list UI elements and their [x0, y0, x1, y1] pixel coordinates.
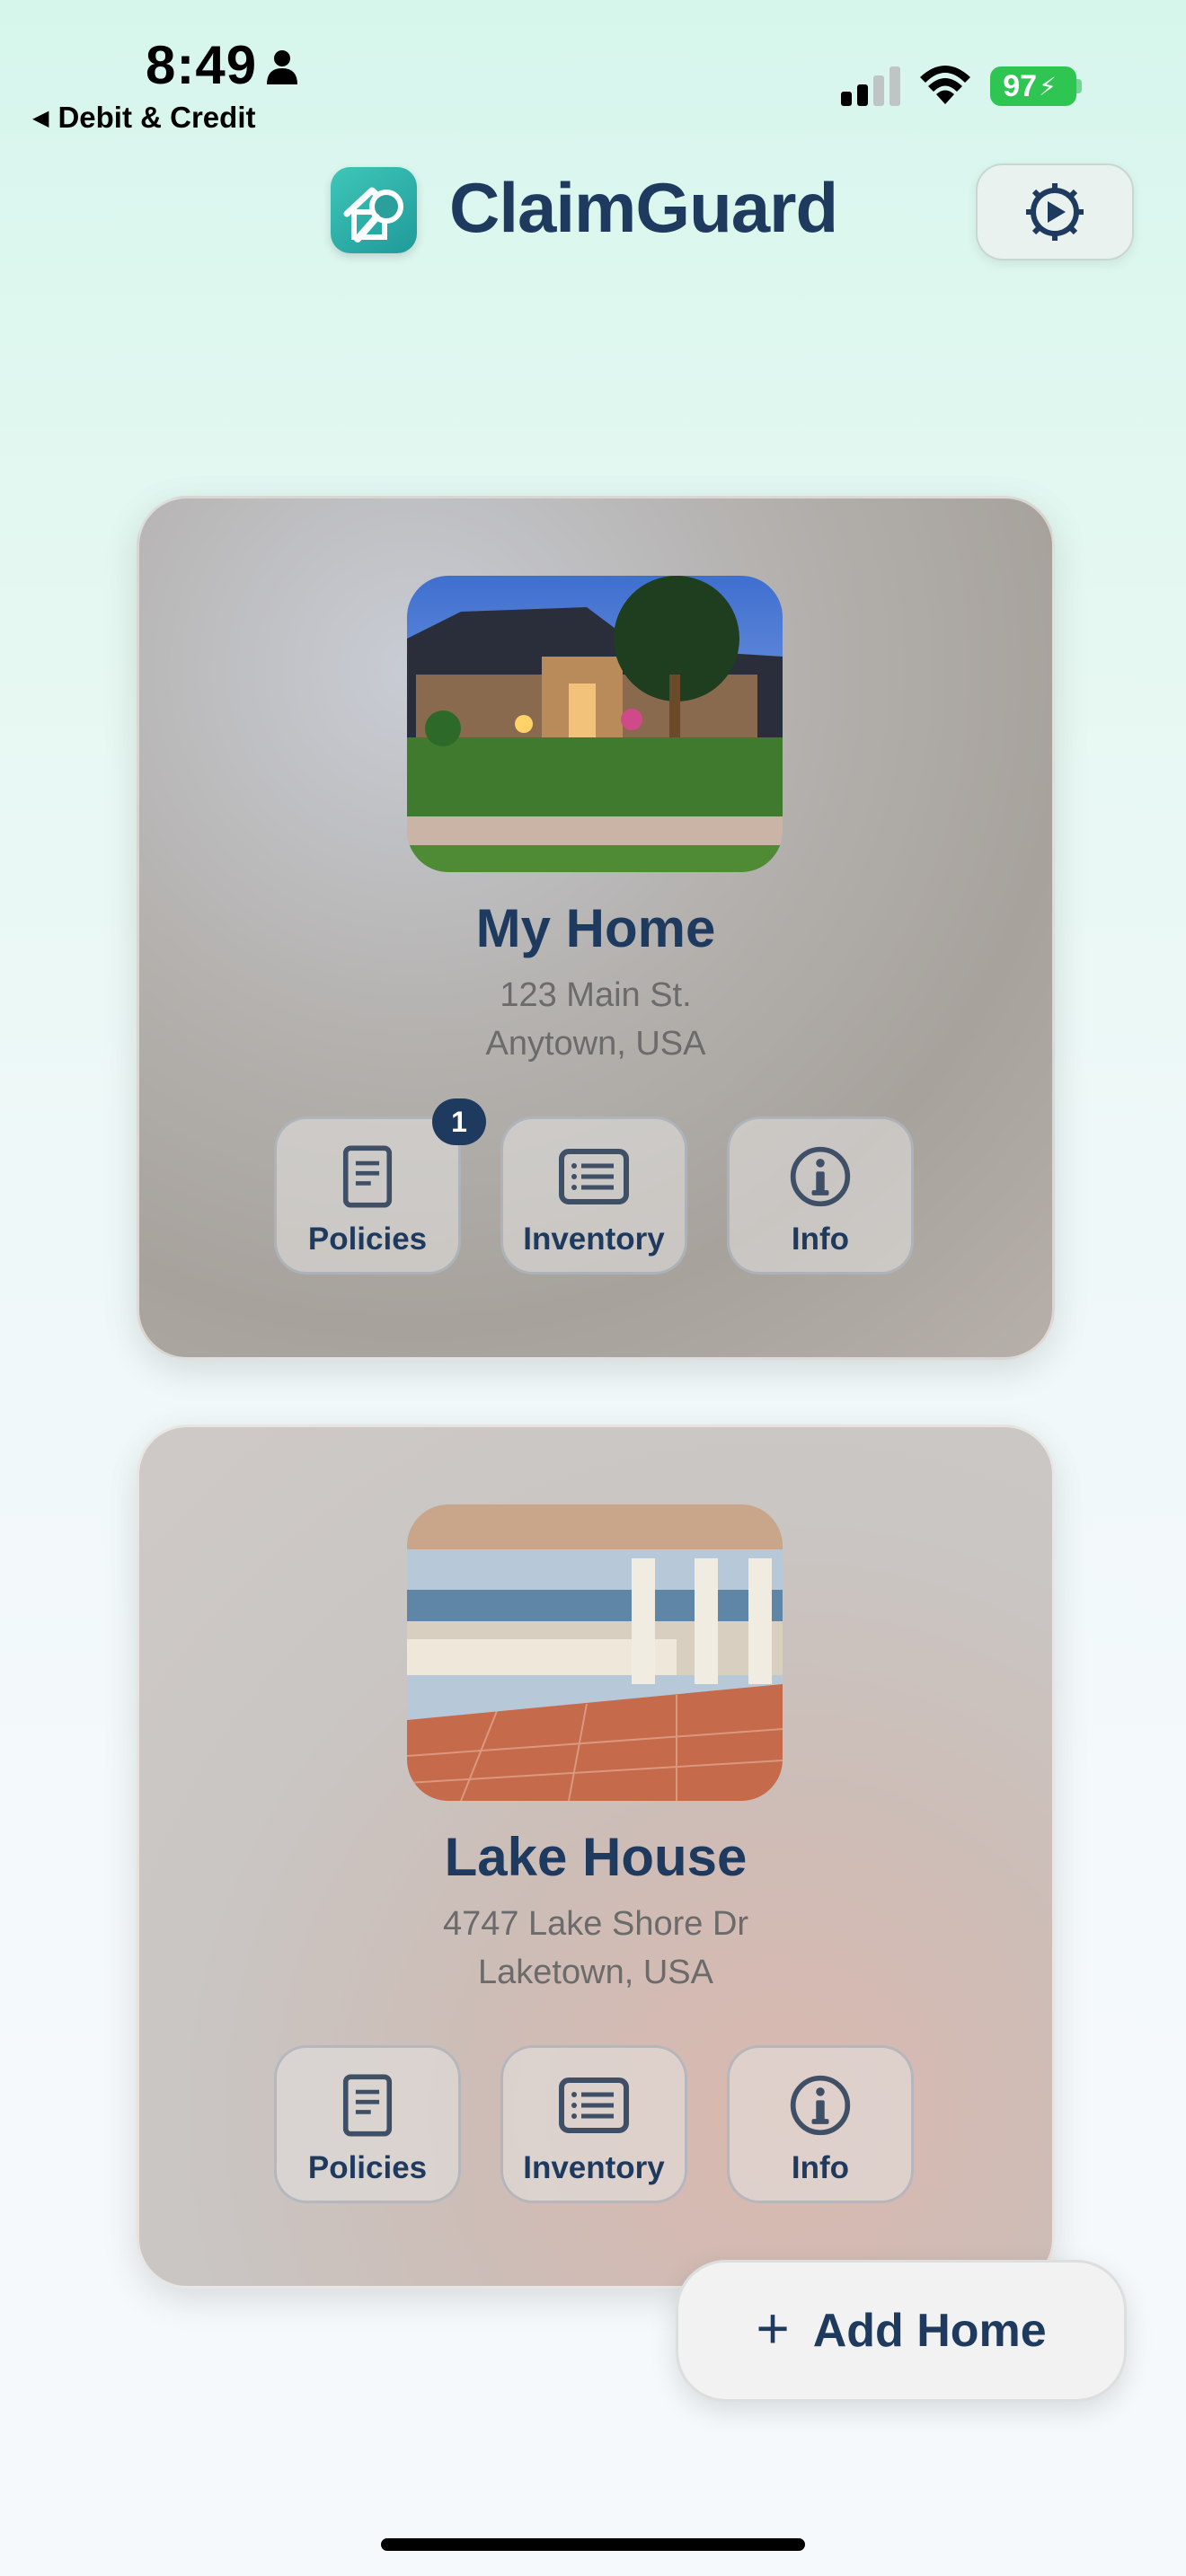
cellular-signal-icon: [841, 66, 900, 106]
info-label: Info: [791, 1222, 850, 1257]
address-line-2: Anytown, USA: [485, 1025, 706, 1063]
home-photo: [407, 1504, 783, 1801]
person-icon: [267, 50, 297, 84]
inventory-label: Inventory: [523, 1222, 665, 1257]
add-home-label: Add Home: [812, 2305, 1047, 2357]
home-name: Lake House: [444, 1827, 748, 1887]
settings-button[interactable]: [976, 163, 1134, 260]
list-icon: [559, 2078, 629, 2133]
status-time: 8:49: [146, 35, 258, 95]
address-line-1: 4747 Lake Shore Dr: [442, 1905, 749, 1943]
back-triangle-icon: ◀: [32, 105, 49, 130]
home-card-my-home[interactable]: My Home 123 Main St. Anytown, USA 1 Poli…: [137, 496, 1055, 1360]
info-label: Info: [791, 2150, 850, 2185]
add-home-button[interactable]: + Add Home: [676, 2260, 1127, 2402]
inventory-button[interactable]: Inventory: [500, 1116, 687, 1275]
back-to-app-link[interactable]: ◀ Debit & Credit: [32, 101, 255, 135]
inventory-button[interactable]: Inventory: [500, 2045, 687, 2203]
home-actions: Policies Inventory Info: [274, 1116, 917, 1278]
wifi-icon: [920, 66, 970, 104]
app-title: ClaimGuard: [449, 168, 838, 247]
policies-label: Policies: [307, 1222, 428, 1257]
policies-count-badge: 1: [432, 1098, 486, 1145]
battery-cap: [1076, 79, 1082, 93]
home-actions: Policies Inventory Info: [274, 2045, 917, 2207]
policies-button[interactable]: Policies: [274, 2045, 461, 2203]
address-line-1: 123 Main St.: [500, 976, 692, 1014]
list-icon: [559, 1149, 629, 1204]
home-photo: [407, 576, 783, 872]
charging-bolt-icon: ⚡: [1039, 72, 1057, 101]
document-icon: [342, 1145, 393, 1208]
home-indicator[interactable]: [381, 2538, 805, 2551]
battery-level: 97: [1003, 68, 1038, 103]
back-label: Debit & Credit: [58, 101, 256, 134]
info-button[interactable]: Info: [727, 2045, 914, 2203]
inventory-label: Inventory: [523, 2150, 665, 2185]
policies-button[interactable]: Policies: [274, 1116, 461, 1275]
plus-icon: +: [756, 2296, 790, 2360]
home-name: My Home: [475, 898, 716, 958]
info-icon: [790, 1146, 851, 1207]
policies-label: Policies: [307, 2150, 428, 2185]
info-button[interactable]: Info: [727, 1116, 914, 1275]
house-magnifier-icon: [343, 187, 403, 243]
gear-icon: [1026, 183, 1084, 241]
app-logo: [331, 167, 417, 253]
info-icon: [790, 2075, 851, 2136]
document-icon: [342, 2074, 393, 2137]
battery-indicator: 97 ⚡: [990, 66, 1076, 106]
address-line-2: Laketown, USA: [478, 1954, 713, 1991]
home-card-lake-house[interactable]: Lake House 4747 Lake Shore Dr Laketown, …: [137, 1425, 1055, 2289]
